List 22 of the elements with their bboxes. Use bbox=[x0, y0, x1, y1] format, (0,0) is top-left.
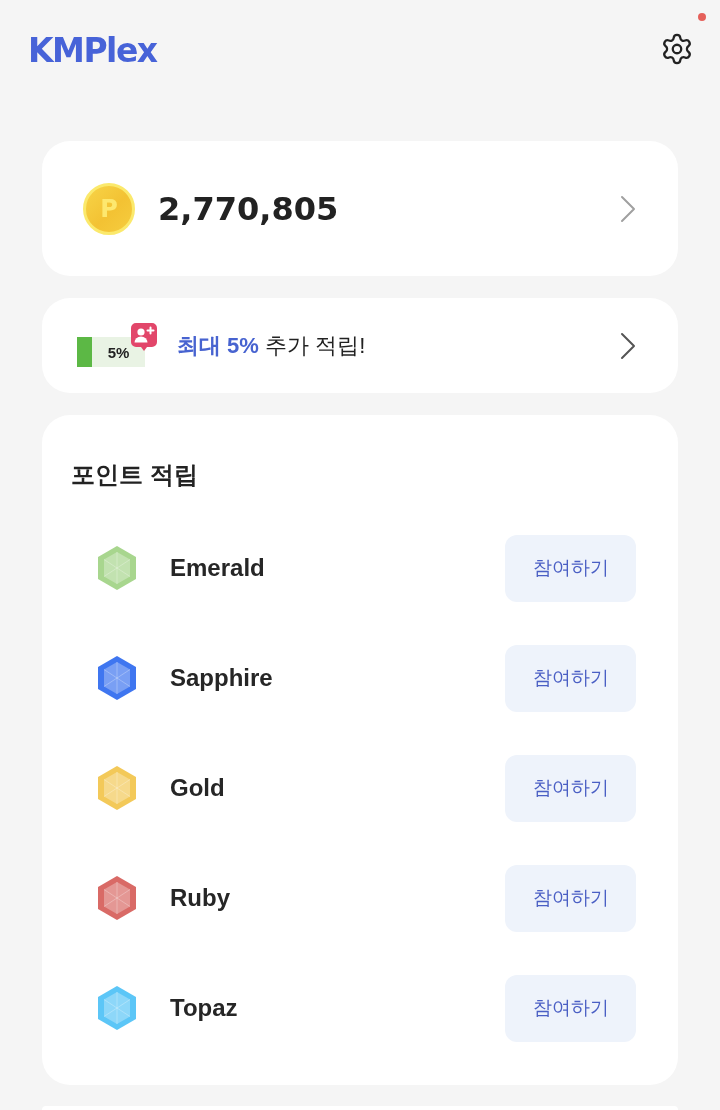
promo-banner[interactable]: 5% 최대 5% 추가 적립! bbox=[42, 298, 678, 393]
join-button[interactable]: 참여하기 bbox=[505, 534, 636, 602]
points-card[interactable]: P 2,770,805 bbox=[42, 141, 678, 276]
section-title: 포인트 적립 bbox=[71, 460, 199, 490]
chevron-right-icon bbox=[620, 331, 636, 360]
tier-name: Ruby bbox=[170, 884, 231, 912]
person-add-bubble-icon bbox=[131, 323, 157, 351]
tier-name: Topaz bbox=[170, 994, 239, 1022]
join-button[interactable]: 참여하기 bbox=[505, 864, 636, 932]
join-button[interactable]: 참여하기 bbox=[505, 754, 636, 822]
tier-name: Gold bbox=[170, 774, 226, 802]
promo-text: 최대 5% 추가 적립! bbox=[177, 331, 367, 360]
tier-name: Emerald bbox=[170, 554, 266, 582]
point-coin: P bbox=[83, 182, 135, 235]
coupon-ticket: 5% bbox=[77, 337, 145, 367]
point-balance: 2,770,805 bbox=[158, 189, 340, 228]
kmplex-logo: KMPlex bbox=[28, 33, 157, 67]
join-button[interactable]: 참여하기 bbox=[505, 974, 636, 1042]
chevron-right-icon bbox=[620, 194, 636, 223]
join-button[interactable]: 참여하기 bbox=[505, 644, 636, 712]
tier-name: Sapphire bbox=[170, 664, 274, 692]
settings-icon[interactable] bbox=[660, 32, 694, 66]
